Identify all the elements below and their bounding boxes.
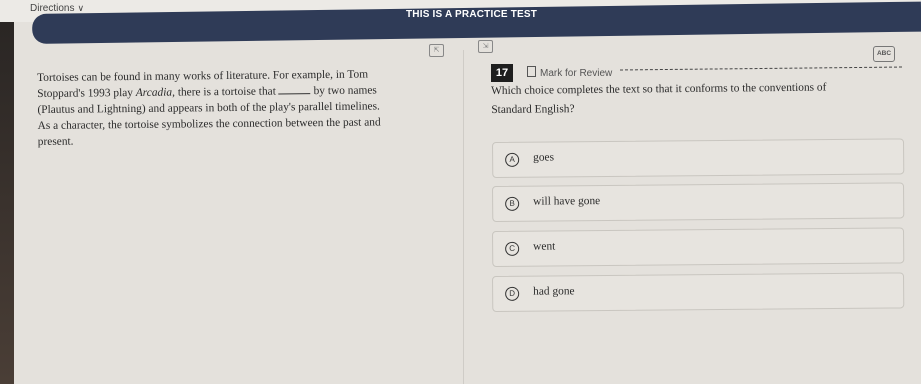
choice-letter: D (505, 286, 520, 301)
choice-a[interactable]: A goes (492, 138, 905, 178)
choice-text: went (533, 240, 556, 253)
banner-title: THIS IS A PRACTICE TEST (406, 9, 538, 20)
pane-divider[interactable] (463, 50, 464, 384)
mark-for-review-label: Mark for Review (540, 68, 613, 79)
choice-d[interactable]: D had gone (492, 272, 905, 312)
bookmark-icon (527, 66, 536, 77)
header-dashed-line (620, 66, 902, 71)
choice-letter: C (505, 241, 520, 256)
left-edge (0, 22, 14, 384)
choice-text: goes (533, 151, 555, 164)
choice-letter: B (505, 196, 520, 211)
question-stem: Which choice completes the text so that … (491, 78, 901, 120)
directions-toggle[interactable]: Directions ∨ (30, 3, 84, 14)
play-title: Arcadia (135, 86, 173, 99)
passage-text: Tortoises can be found in many works of … (37, 66, 443, 150)
question-number: 17 (491, 64, 513, 82)
expand-passage-icon[interactable]: ⇱ (429, 44, 444, 57)
choice-text: will have gone (533, 195, 601, 208)
answer-blank (278, 83, 311, 95)
question-line: Standard English? (491, 103, 575, 116)
expand-question-icon[interactable]: ⇲ (478, 40, 493, 53)
chevron-down-icon: ∨ (77, 3, 85, 13)
choice-c[interactable]: C went (492, 227, 905, 267)
directions-label: Directions (30, 3, 75, 14)
answer-eliminator-icon[interactable]: ABC (873, 46, 895, 62)
choice-letter: A (505, 152, 520, 167)
mark-for-review-button[interactable]: Mark for Review (527, 66, 612, 79)
choice-b[interactable]: B will have gone (492, 182, 905, 222)
choice-text: had gone (533, 285, 575, 298)
